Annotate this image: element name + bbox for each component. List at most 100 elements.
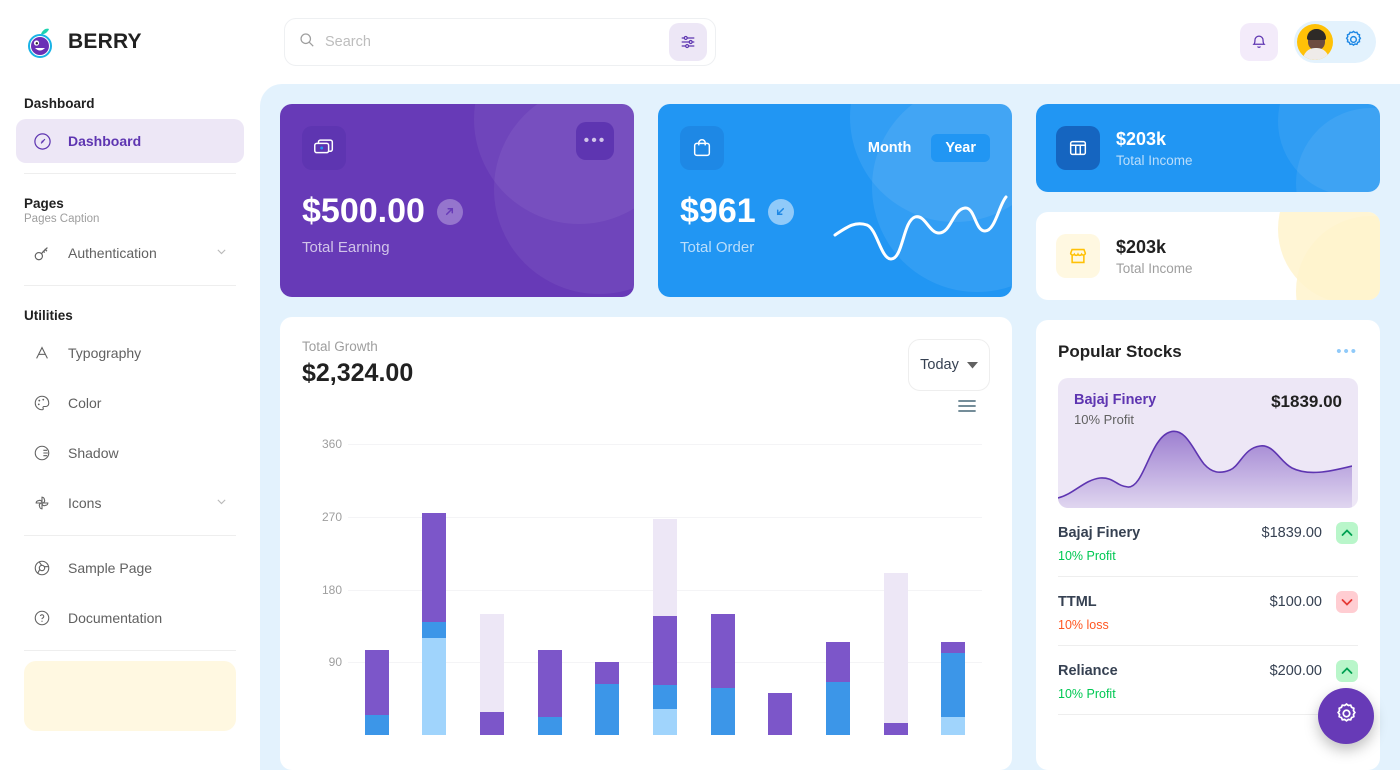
chart-bar-segment <box>768 692 793 735</box>
more-dots-icon[interactable]: ••• <box>576 122 614 160</box>
featured-stock-card[interactable]: Bajaj Finery 10% Profit $1839.00 <box>1058 378 1358 508</box>
chart-bar-slot <box>751 692 809 735</box>
total-earning-card[interactable]: ••• $500.00 Total Earning <box>280 104 634 297</box>
chart-bar-slot <box>809 642 867 735</box>
chart-bar[interactable] <box>364 650 389 735</box>
chart-bar-segment <box>595 662 620 685</box>
stock-price: $1839.00 <box>1261 525 1322 541</box>
income-blue-amount: $203k <box>1116 128 1167 149</box>
adjust-sliders-icon[interactable] <box>669 23 707 61</box>
chart-bar[interactable] <box>480 613 505 735</box>
chart-bar-segment <box>537 650 562 718</box>
sidebar-item-label: Typography <box>68 345 142 361</box>
sidebar-item-icons[interactable]: Icons <box>16 481 244 525</box>
sidebar-item-color[interactable]: Color <box>16 381 244 425</box>
chart-bar-slot <box>579 662 637 735</box>
chart-bar-segment <box>653 684 678 710</box>
sidebar-divider-4 <box>24 650 236 651</box>
chart-bar-segment <box>537 717 562 735</box>
sidebar-item-authentication[interactable]: Authentication <box>16 231 244 275</box>
search-bar[interactable] <box>284 18 716 66</box>
sidebar-subcaption-pages: Pages Caption <box>24 213 100 225</box>
shopping-bag-icon <box>680 126 724 170</box>
sidebar-item-dashboard[interactable]: Dashboard <box>16 119 244 163</box>
chart-bar-segment <box>422 638 447 735</box>
stock-row[interactable]: TTML $100.00 10% loss <box>1058 577 1358 646</box>
growth-header: Total Growth $2,324.00 Today <box>302 339 990 391</box>
settings-fab-button[interactable] <box>1318 688 1374 744</box>
chart-bar-slot <box>406 512 464 735</box>
sidebar-item-sample-page[interactable]: Sample Page <box>16 546 244 590</box>
sidebar-promo-card[interactable] <box>24 661 236 731</box>
shadow-icon <box>32 443 52 463</box>
sidebar-item-label: Dashboard <box>68 133 142 149</box>
brand[interactable]: BERRY <box>0 0 260 84</box>
stock-row[interactable]: Bajaj Finery $1839.00 10% Profit <box>1058 508 1358 577</box>
chart-bar[interactable] <box>883 573 908 735</box>
brand-name: BERRY <box>68 30 142 53</box>
total-growth-panel: Total Growth $2,324.00 Today 90 180 270 … <box>280 317 1012 770</box>
chart-bar[interactable] <box>422 512 447 735</box>
toggle-year[interactable]: Year <box>931 134 990 162</box>
total-earning-label: Total Earning <box>302 239 390 256</box>
total-income-white-card[interactable]: $203k Total Income <box>1036 212 1380 300</box>
stocks-header: Popular Stocks ••• <box>1058 342 1358 361</box>
chart-bar-segment <box>941 642 966 653</box>
chart-bars <box>348 405 982 735</box>
stock-price: $100.00 <box>1269 594 1322 610</box>
chart-bar-segment <box>422 512 447 622</box>
chart-y-tick: 180 <box>321 582 342 597</box>
chart-bar[interactable] <box>653 519 678 735</box>
sidebar-item-typography[interactable]: Typography <box>16 331 244 375</box>
chart-y-tick: 270 <box>321 509 342 524</box>
gear-icon[interactable] <box>1343 29 1364 55</box>
sidebar-item-documentation[interactable]: Documentation <box>16 596 244 640</box>
sidebar-item-label: Color <box>68 395 102 411</box>
chart-bar[interactable] <box>710 613 735 735</box>
growth-amount: $2,324.00 <box>302 359 414 387</box>
income-white-text: $203k Total Income <box>1116 237 1193 276</box>
sidebar-nav: Dashboard Dashboard Pages Pages Caption <box>0 84 260 731</box>
caret-down-icon <box>966 357 978 373</box>
content-left-column: ••• $500.00 Total Earning Month Year $96… <box>280 104 1012 770</box>
chart-bar[interactable] <box>537 650 562 735</box>
chart-bar[interactable] <box>595 662 620 735</box>
income-blue-label: Total Income <box>1116 152 1193 168</box>
user-avatar <box>1297 24 1333 60</box>
sidebar-divider-2 <box>24 285 236 286</box>
chart-bar[interactable] <box>825 642 850 735</box>
stock-row-top: TTML $100.00 <box>1058 591 1358 613</box>
search-icon <box>299 32 315 53</box>
featured-stock-sparkline <box>1058 430 1352 508</box>
sidebar-caption-utilities: Utilities <box>24 308 73 323</box>
stock-row[interactable]: Reliance $200.00 10% Profit <box>1058 646 1358 715</box>
order-period-toggle[interactable]: Month Year <box>854 134 990 162</box>
search-input[interactable] <box>325 34 659 50</box>
berry-logo-icon <box>24 25 58 59</box>
sidebar-item-shadow[interactable]: Shadow <box>16 431 244 475</box>
chevron-down-icon <box>215 495 228 511</box>
bell-icon[interactable] <box>1240 23 1278 61</box>
chart-y-axis: 90 180 270 360 <box>302 405 342 695</box>
chart-bar-segment <box>653 709 678 735</box>
toggle-month[interactable]: Month <box>854 134 925 162</box>
chevron-up-icon <box>1336 660 1358 682</box>
chart-bar-segment <box>883 722 908 735</box>
sidebar-caption-dashboard: Dashboard <box>24 96 95 111</box>
stock-name: Reliance <box>1058 663 1118 679</box>
sidebar-item-label: Documentation <box>68 610 163 626</box>
stock-row-top: Reliance $200.00 <box>1058 660 1358 682</box>
order-sparkline <box>833 195 1008 261</box>
chart-bar-segment <box>595 684 620 735</box>
chart-bar[interactable] <box>941 642 966 735</box>
dashboard-icon <box>32 131 52 151</box>
profile-chip[interactable] <box>1294 21 1376 63</box>
sidebar: BERRY Dashboard Dashboard Pages Pages Ca… <box>0 0 260 770</box>
total-order-amount: $961 <box>680 192 756 230</box>
growth-period-select[interactable]: Today <box>908 339 990 391</box>
total-income-blue-card[interactable]: $203k Total Income <box>1036 104 1380 192</box>
chart-bar-segment <box>364 714 389 735</box>
chart-bar[interactable] <box>768 692 793 735</box>
chart-bar-segment <box>941 717 966 735</box>
total-order-card[interactable]: Month Year $961 Total Order <box>658 104 1012 297</box>
